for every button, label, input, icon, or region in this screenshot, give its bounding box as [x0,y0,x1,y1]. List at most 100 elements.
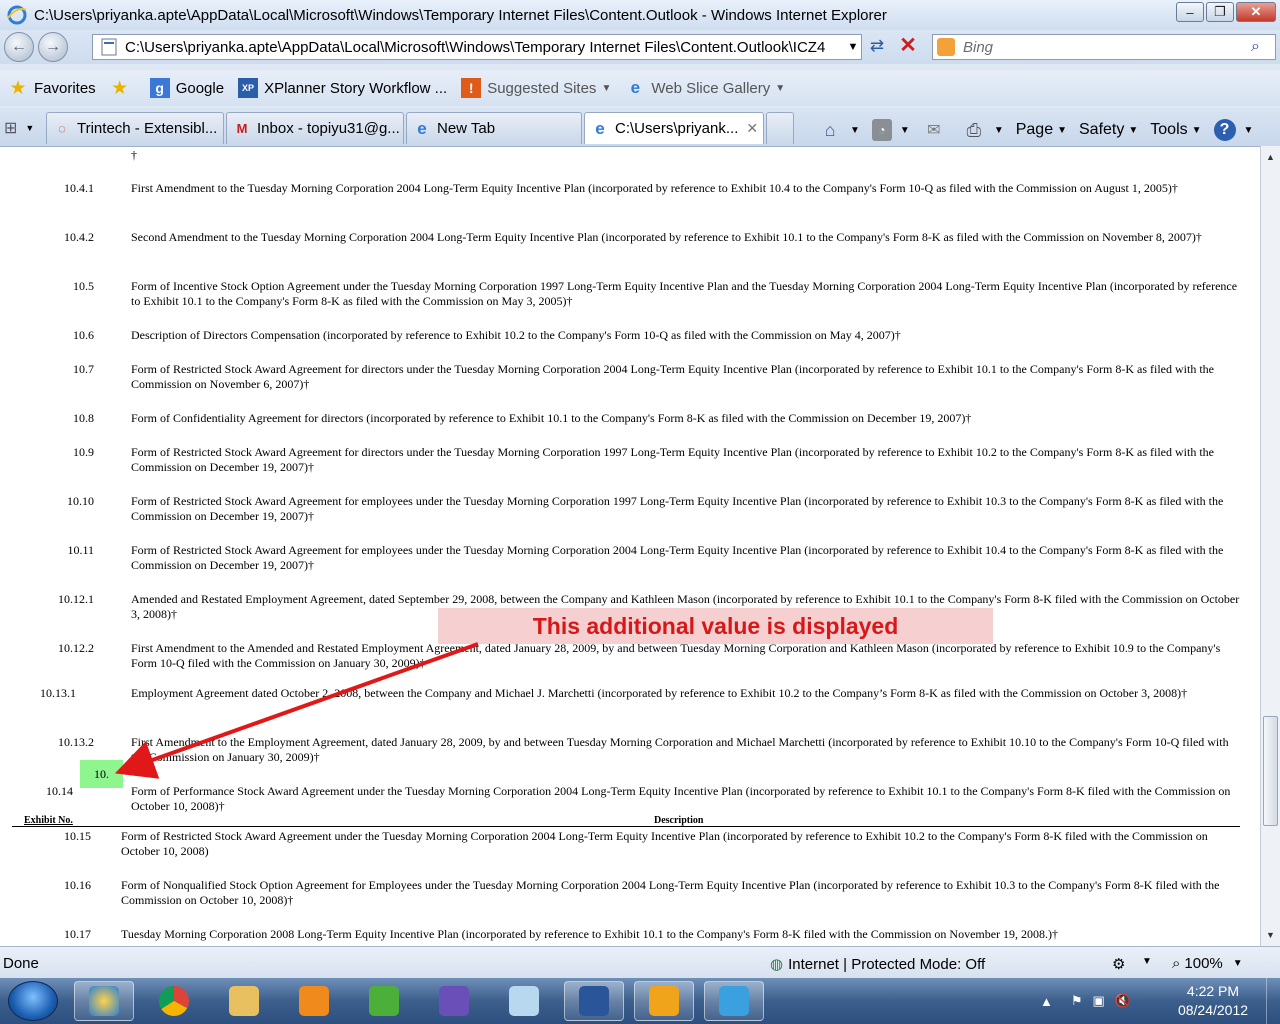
clock-time: 4:22 PM [1186,983,1240,999]
favorite-label: Web Slice Gallery [651,79,771,97]
menu-label: Safety [1079,121,1125,138]
search-box[interactable]: Bing ⌕ [932,34,1276,60]
scroll-up-icon[interactable]: ▲ [1261,148,1280,166]
outlook-icon [649,986,679,1016]
favorite-label: XPlanner Story Workflow ... [264,79,448,97]
ie-icon [7,5,27,25]
favorite-label: Google [175,79,225,97]
back-button[interactable]: ← [4,32,34,62]
gmail-icon: M [236,121,248,136]
taskbar-chrome[interactable] [144,981,204,1021]
tab-new-tab[interactable]: e New Tab [406,112,582,144]
close-button[interactable]: ✕ [1236,2,1276,22]
xplanner-icon: XP [238,78,259,98]
help-button[interactable]: ? ▼ [1213,119,1254,141]
safety-menu[interactable]: Safety ▼ [1079,121,1138,139]
favorite-xplanner[interactable]: XP XPlanner Story Workflow ... [238,78,447,98]
minimize-button[interactable]: – [1176,2,1204,22]
taskbar-ie[interactable] [74,981,134,1021]
chevron-down-icon[interactable]: ▼ [850,125,860,136]
tab-current[interactable]: e C:\Users\priyank... ✕ [584,112,764,144]
highlighted-value: 10. [80,760,123,788]
chevron-down-icon: ▼ [1057,124,1067,136]
read-mail-button[interactable]: ✉ [922,119,950,141]
tab-trintech[interactable]: ◌ Trintech - Extensibl... [46,112,224,144]
home-button[interactable]: ⌂ ▼ [818,119,860,141]
start-button[interactable] [8,981,58,1021]
chevron-down-icon: ▼ [1191,124,1202,136]
exhibit-description: Form of Incentive Stock Option Agreement… [131,279,1238,308]
exhibit-description: Description of Directors Compensation (i… [131,328,901,342]
chevron-down-icon[interactable]: ▼ [994,125,1004,136]
show-desktop-button[interactable] [1266,978,1280,1024]
exhibit-number: 10.11 [67,543,94,557]
exhibit-number: 10.5 [73,279,94,293]
scroll-thumb[interactable] [1263,716,1278,826]
scroll-down-icon[interactable]: ▼ [1261,926,1280,944]
word-icon [579,986,609,1016]
tray-expand-icon[interactable]: ▲ [1040,994,1053,1009]
clock[interactable]: 4:22 PM 08/24/2012 [1168,982,1258,1020]
security-zone[interactable]: ◍ Internet | Protected Mode: Off [770,955,985,974]
exhibit-description: Form of Restricted Stock Award Agreement… [131,362,1214,391]
taskbar-outlook[interactable] [634,981,694,1021]
close-tab-icon[interactable]: ✕ [746,120,758,137]
volume-muted-icon[interactable]: 🔇 [1115,993,1131,1009]
search-icon[interactable]: ⌕ [1251,38,1275,56]
taskbar-explorer[interactable] [214,981,274,1021]
favorite-google[interactable]: g Google [149,78,225,98]
system-tray: ▲ ⚑ ▣ 🔇 [1040,978,1131,1024]
zoom-control[interactable]: ⌕ 100% ▼ [1172,955,1243,972]
favorite-label: Suggested Sites [487,79,597,97]
taskbar-notepad[interactable] [494,981,554,1021]
network-icon[interactable]: ▣ [1093,993,1105,1009]
exhibit-column-header: Exhibit No. [24,815,73,826]
refresh-icon[interactable]: ⇄ [866,36,888,58]
exhibit-description: First Amendment to the Amended and Resta… [131,641,1221,670]
exhibit-description: Employment Agreement dated October 2, 20… [131,686,1188,700]
address-dropdown-icon[interactable]: ▼ [845,41,861,53]
exhibit-description: Second Amendment to the Tuesday Morning … [131,230,1202,244]
description-column-header: Description [654,815,704,826]
new-tab-button[interactable] [766,112,794,144]
address-input[interactable]: C:\Users\priyanka.apte\AppData\Local\Mic… [125,39,845,56]
folder-icon [229,986,259,1016]
favorite-suggested-sites[interactable]: ! Suggested Sites ▼ [461,78,611,98]
popup-blocker-icon[interactable]: ⚙ [1112,955,1125,973]
favorite-web-slice-gallery[interactable]: e Web Slice Gallery ▼ [625,78,786,98]
chevron-down-icon[interactable]: ▼ [1244,125,1254,136]
chevron-down-icon[interactable]: ▼ [900,125,910,136]
forward-button[interactable]: → [38,32,68,62]
mail-icon: ✉ [927,122,941,139]
favorites-button[interactable]: ★ Favorites [8,78,95,99]
tab-list-icon[interactable]: ▼ [25,123,34,133]
add-favorite-button[interactable]: ★ [110,78,136,99]
clock-date: 08/24/2012 [1177,1002,1249,1018]
search-input[interactable]: Bing [963,39,1251,56]
taskbar-lync[interactable] [704,981,764,1021]
taskbar-visual-studio[interactable] [424,981,484,1021]
quick-tabs-icon: ⊞ [4,120,18,137]
stop-icon[interactable]: ✕ [896,34,920,58]
zoom-level: 100% [1184,955,1223,972]
flag-icon[interactable]: ⚑ [1071,993,1083,1009]
print-button[interactable]: ⎙ ▼ [962,119,1004,141]
printer-icon: ⎙ [966,119,982,140]
page-menu[interactable]: Page ▼ [1016,121,1067,139]
exhibit-number: 10.17 [64,927,91,941]
restore-button[interactable]: ❐ [1206,2,1234,22]
taskbar-word[interactable] [564,981,624,1021]
media-player-icon [299,986,329,1016]
exhibit-number: 10.12.1 [58,592,94,606]
rss-icon: ◔ [871,119,892,141]
vertical-scrollbar[interactable]: ▲ ▼ [1260,146,1280,946]
address-bar[interactable]: C:\Users\priyanka.apte\AppData\Local\Mic… [92,34,862,60]
taskbar-media-player[interactable] [284,981,344,1021]
feeds-button[interactable]: ◔ ▼ [871,119,910,141]
taskbar-app-green[interactable] [354,981,414,1021]
quick-tabs-button[interactable]: ⊞ ▼ [4,116,44,140]
chevron-down-icon[interactable]: ▼ [1142,956,1152,967]
chevron-down-icon: ▼ [775,82,786,94]
tools-menu[interactable]: Tools ▼ [1150,121,1201,139]
tab-inbox[interactable]: M Inbox - topiyu31@g... [226,112,404,144]
